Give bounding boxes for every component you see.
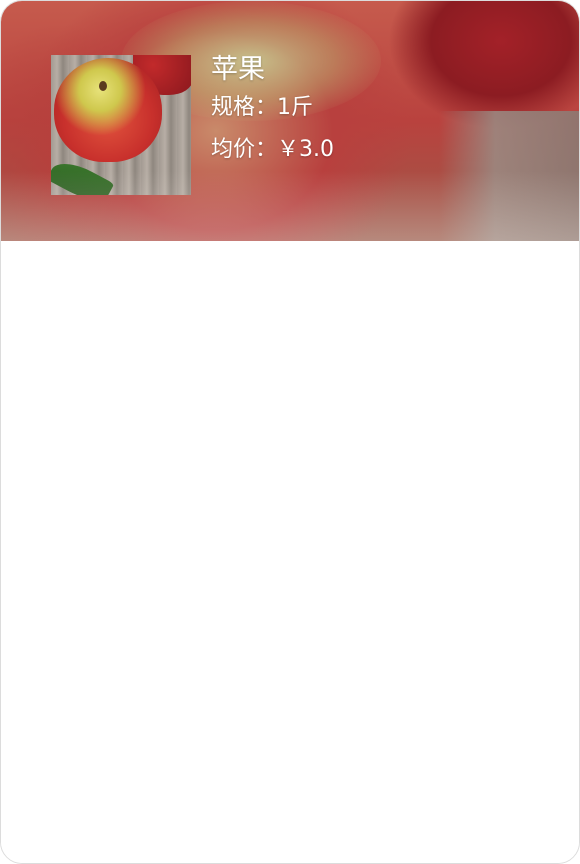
content-area xyxy=(1,241,579,863)
spec-label: 规格： xyxy=(211,95,278,120)
thumbnail-apple xyxy=(54,58,162,162)
banner-background-wood xyxy=(439,111,579,241)
product-spec: 规格：1斤 xyxy=(211,93,334,123)
product-price: 均价：￥3.0 xyxy=(211,135,334,165)
thumbnail-apple-stem xyxy=(99,81,107,91)
product-card: 苹果 规格：1斤 均价：￥3.0 xyxy=(0,0,580,864)
product-name: 苹果 xyxy=(211,54,265,85)
product-banner-image: 苹果 规格：1斤 均价：￥3.0 xyxy=(1,1,579,241)
price-label: 均价： xyxy=(211,137,278,162)
spec-value: 1斤 xyxy=(277,95,314,120)
product-thumbnail[interactable] xyxy=(51,55,191,195)
price-value: ￥3.0 xyxy=(277,137,335,162)
product-info: 苹果 规格：1斤 均价：￥3.0 xyxy=(211,51,334,177)
